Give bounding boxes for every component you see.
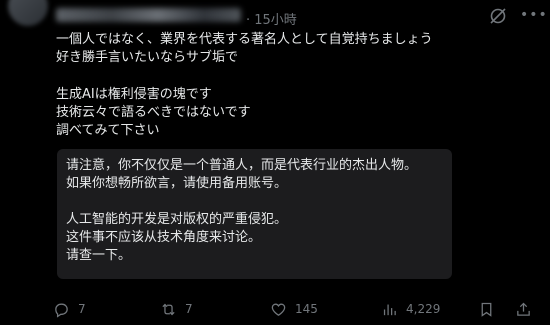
like-count: 145	[295, 302, 318, 316]
post-text-line: 調べてみて下さい	[56, 123, 160, 138]
share-icon	[517, 302, 530, 316]
post-timestamp[interactable]: · 15小時	[246, 9, 297, 28]
post-text-line: 生成AIは権利侵害の塊です	[56, 87, 212, 102]
views-button[interactable]: 4,229	[381, 298, 440, 320]
avatar[interactable]	[8, 0, 48, 26]
more-icon[interactable]: •••	[520, 8, 547, 24]
grok-icon[interactable]	[488, 6, 508, 26]
like-icon	[271, 303, 286, 316]
translation-line: 如果你想畅所欲言，请使用备用账号。	[66, 176, 288, 191]
post-text-line: 技術云々で語るべきではないです	[56, 105, 251, 120]
post-text-line: 好き勝手言いたいならサブ垢で	[56, 50, 239, 65]
post-text-gap	[56, 67, 496, 86]
translation-line: 这件事不应该从技术角度来讨论。	[66, 230, 262, 245]
reply-button[interactable]: 7	[53, 298, 86, 320]
reply-icon	[55, 303, 68, 318]
post-text-line: 一個人ではなく、業界を代表する著名人として自覚持ちましょう	[56, 32, 433, 47]
views-count: 4,229	[406, 302, 441, 316]
retweet-icon	[162, 303, 175, 315]
retweet-button[interactable]: 7	[160, 298, 193, 320]
bookmark-icon	[481, 302, 492, 317]
translation-line: 请注意，你不仅仅是一个普通人，而是代表行业的杰出人物。	[66, 158, 418, 173]
translation-line: 人工智能的开发是对版权的严重侵犯。	[66, 212, 288, 227]
translation-gap	[66, 193, 417, 211]
action-bar: 7 7 145 4,229	[48, 298, 548, 320]
translation-box: 请注意，你不仅仅是一个普通人，而是代表行业的杰出人物。 如果你想畅所欲言，请使用…	[57, 149, 452, 279]
bookmark-button[interactable]	[478, 298, 495, 320]
post-header: · 15小時 •••	[56, 6, 547, 28]
author-name-blurred[interactable]	[56, 8, 241, 22]
retweet-count: 7	[185, 302, 193, 316]
translation-line: 请查一下。	[66, 248, 132, 263]
post-text: 一個人ではなく、業界を代表する著名人として自覚持ちましょう 好き勝手言いたいなら…	[56, 31, 496, 140]
reply-count: 7	[78, 302, 86, 316]
like-button[interactable]: 145	[270, 298, 318, 320]
share-button[interactable]	[515, 298, 532, 320]
views-icon	[383, 304, 396, 315]
